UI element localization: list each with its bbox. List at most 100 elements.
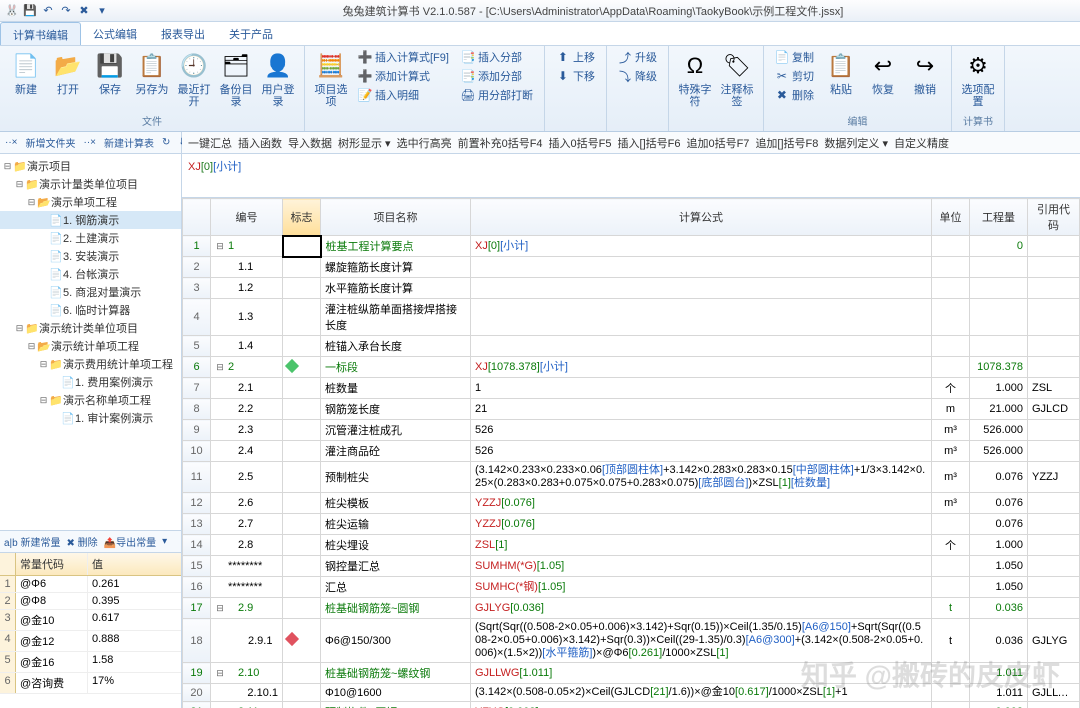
grid-header[interactable]: 工程量 [970, 199, 1028, 236]
tree-twisty-icon[interactable]: ⊟ [14, 179, 25, 190]
tree-twisty-icon[interactable]: ⊟ [26, 197, 37, 208]
tree-node[interactable]: 📄4. 台帐演示 [0, 265, 181, 283]
tree-node[interactable]: ⊟📁演示统计类单位项目 [0, 319, 181, 337]
toolbar-button[interactable]: 前置补充0括号F4 [458, 135, 543, 151]
tree-node[interactable]: ⊟📁演示项目 [0, 157, 181, 175]
comment-button[interactable]: 🏷注释标签 [717, 48, 757, 110]
export-const-button[interactable]: 📤导出常量 [104, 534, 156, 549]
grid-header[interactable]: 标志 [283, 199, 321, 236]
menu-tab[interactable]: 计算书编辑 [0, 22, 81, 45]
saveas-button[interactable]: 📋另存为 [132, 48, 172, 98]
row-twisty-icon[interactable]: ⊟ [215, 362, 225, 373]
redo2-button[interactable]: ↩恢复 [863, 48, 903, 98]
tree-node[interactable]: ⊟📂演示统计单项工程 [0, 337, 181, 355]
ribbon-small-button[interactable]: ⬇下移 [554, 67, 597, 85]
ribbon-small-button[interactable]: ✖删除 [773, 86, 816, 104]
const-row[interactable]: 4@金120.888 [0, 631, 181, 652]
options-button[interactable]: ⚙选项配置 [958, 48, 998, 110]
qat-close-icon[interactable]: ✖ [76, 3, 92, 19]
grid-header[interactable]: 编号 [211, 199, 283, 236]
toolbar-button[interactable]: 选中行高亮 [397, 135, 452, 151]
menu-tab[interactable]: 公式编辑 [81, 22, 149, 45]
const-row[interactable]: 2@Φ80.395 [0, 593, 181, 610]
grid-header[interactable] [183, 199, 211, 236]
new-const-button[interactable]: a|b 新建常量 [4, 534, 61, 549]
table-row[interactable]: 21.1螺旋箍筋长度计算 [183, 257, 1080, 278]
ribbon-small-button[interactable]: 📑插入分部 [459, 48, 535, 66]
table-row[interactable]: 19⊟2.10桩基础钢筋笼~螺纹钢GJLLWG[1.011]1.011 [183, 663, 1080, 684]
menu-tab[interactable]: 关于产品 [217, 22, 285, 45]
table-row[interactable]: 142.8桩尖埋设ZSL[1]个1.000 [183, 535, 1080, 556]
ribbon-small-button[interactable]: 📝插入明细 [356, 86, 451, 104]
undo2-button[interactable]: ↪撤销 [905, 48, 945, 98]
toolbar-button[interactable]: 插入[]括号F6 [618, 135, 681, 151]
table-row[interactable]: 112.5预制桩尖(3.142×0.233×0.233×0.06[顶部圆柱体]+… [183, 462, 1080, 493]
tree-twisty-icon[interactable]: ⊟ [38, 395, 49, 406]
tree-twisty-icon[interactable]: ⊟ [38, 359, 49, 370]
toolbar-button[interactable]: 自定义精度 [894, 135, 949, 151]
table-row[interactable]: 6⊟2一标段XJ[1078.378][小计]1078.378 [183, 357, 1080, 378]
delete-const-button[interactable]: ✖ 删除 [67, 534, 98, 549]
table-row[interactable]: 202.10.1Φ10@1600(3.142×(0.508-0.05×2)×Ce… [183, 684, 1080, 702]
tree-node[interactable]: 📄1. 审计案例演示 [0, 409, 181, 427]
table-row[interactable]: 132.7桩尖运输YZZJ[0.076]0.076 [183, 514, 1080, 535]
qat-more-icon[interactable]: ▾ [94, 3, 110, 19]
tree-node[interactable]: 📄1. 钢筋演示 [0, 211, 181, 229]
menu-tab[interactable]: 报表导出 [149, 22, 217, 45]
tree-node[interactable]: 📄6. 临时计算器 [0, 301, 181, 319]
table-row[interactable]: 82.2钢筋笼长度21m21.000GJLCD [183, 399, 1080, 420]
sidebar-tab-button[interactable]: 新建计算表 [101, 135, 157, 150]
ribbon-small-button[interactable]: 📄复制 [773, 48, 816, 66]
toolbar-button[interactable]: 插入0括号F5 [549, 135, 612, 151]
row-twisty-icon[interactable]: ⊟ [215, 603, 225, 614]
ribbon-small-button[interactable]: 📑添加分部 [459, 67, 535, 85]
grid-header[interactable]: 引用代码 [1028, 199, 1080, 236]
toolbar-button[interactable]: 追加0括号F7 [686, 135, 749, 151]
grid-header[interactable]: 计算公式 [471, 199, 932, 236]
const-row[interactable]: 3@金100.617 [0, 610, 181, 631]
project-opts-button[interactable]: 🧮项目选项 [311, 48, 351, 110]
ribbon-small-button[interactable]: ➕添加计算式 [356, 67, 451, 85]
toolbar-button[interactable]: 一键汇总 [188, 135, 232, 151]
toolbar-button[interactable]: 数据列定义 ▾ [824, 135, 888, 151]
toolbar-button[interactable]: 插入函数 [238, 135, 282, 151]
tree-twisty-icon[interactable]: ⊟ [14, 323, 25, 334]
toolbar-button[interactable]: 追加[]括号F8 [755, 135, 818, 151]
table-row[interactable]: 16********汇总SUMHC(*钢)[1.05]1.050 [183, 577, 1080, 598]
tree-node[interactable]: ⊟📁演示费用统计单项工程 [0, 355, 181, 373]
ribbon-small-button[interactable]: 🖨用分部打断 [459, 86, 535, 104]
ribbon-small-button[interactable]: ⬆上移 [554, 48, 597, 66]
sidebar-tab-button[interactable]: ··× [81, 137, 100, 148]
sidebar-tab-button[interactable]: ↻ [159, 137, 173, 148]
open-button[interactable]: 📂打开 [48, 48, 88, 98]
table-row[interactable]: 182.9.1Φ6@150/300(Sqrt(Sqr((0.508-2×0.05… [183, 619, 1080, 663]
table-row[interactable]: 102.4灌注商品砼526m³526.000 [183, 441, 1080, 462]
tree-twisty-icon[interactable]: ⊟ [26, 341, 37, 352]
backup-button[interactable]: 🗂备份目录 [216, 48, 256, 110]
table-row[interactable]: 15********钢控量汇总SUMHM(*G)[1.05]1.050 [183, 556, 1080, 577]
qat-redo-icon[interactable]: ↷ [58, 3, 74, 19]
row-twisty-icon[interactable]: ⊟ [215, 668, 225, 679]
table-row[interactable]: 41.3灌注桩纵筋单面搭接焊搭接长度 [183, 299, 1080, 336]
table-row[interactable]: 17⊟2.9桩基础钢筋笼~圆钢GJLYG[0.036]t0.036 [183, 598, 1080, 619]
table-row[interactable]: 92.3沉管灌注桩成孔526m³526.000 [183, 420, 1080, 441]
login-button[interactable]: 👤用户登录 [258, 48, 298, 110]
ribbon-small-button[interactable]: ⤴升级 [616, 48, 659, 66]
sidebar-tab-button[interactable]: ··× [2, 137, 21, 148]
grid-header[interactable]: 单位 [932, 199, 970, 236]
table-row[interactable]: 1⊟1桩基工程计算要点XJ[0][小计]0 [183, 236, 1080, 257]
table-row[interactable]: 51.4桩锚入承台长度 [183, 336, 1080, 357]
ribbon-small-button[interactable]: ✂剪切 [773, 67, 816, 85]
tree-node[interactable]: 📄1. 费用案例演示 [0, 373, 181, 391]
const-row[interactable]: 6@咨询费17% [0, 673, 181, 694]
tree-node[interactable]: 📄3. 安装演示 [0, 247, 181, 265]
ribbon-small-button[interactable]: ➕插入计算式[F9] [356, 48, 451, 66]
paste-button[interactable]: 📋粘贴 [821, 48, 861, 98]
save-button[interactable]: 💾保存 [90, 48, 130, 98]
tree-twisty-icon[interactable]: ⊟ [2, 161, 13, 172]
const-dropdown-icon[interactable]: ▾ [162, 536, 167, 547]
tree-node[interactable]: ⊟📁演示名称单项工程 [0, 391, 181, 409]
const-row[interactable]: 5@金161.58 [0, 652, 181, 673]
qat-save-icon[interactable]: 💾 [22, 3, 38, 19]
ribbon-small-button[interactable]: ⤵降级 [616, 67, 659, 85]
